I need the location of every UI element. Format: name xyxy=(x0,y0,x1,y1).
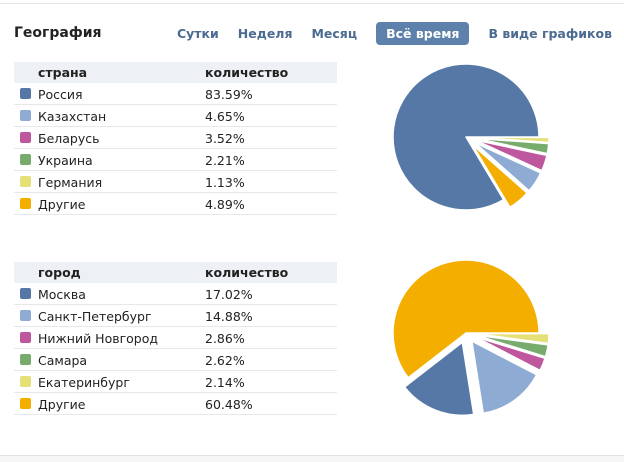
page-title: География xyxy=(14,25,102,41)
table-row: Другие 4.89% xyxy=(14,193,337,215)
column-header-name: страна xyxy=(38,65,87,80)
table-row: Казахстан 4.65% xyxy=(14,105,337,127)
table-row: Украина 2.21% xyxy=(14,149,337,171)
column-header-amount: количество xyxy=(205,265,288,280)
row-label: Другие xyxy=(38,197,85,212)
table-row: Россия 83.59% xyxy=(14,83,337,105)
legend-swatch-icon xyxy=(20,154,31,165)
top-divider xyxy=(0,3,624,4)
row-value: 3.52% xyxy=(205,131,245,146)
cities-table: город количество Москва 17.02% Санкт-Петербу… xyxy=(14,262,337,415)
row-value: 60.48% xyxy=(205,397,253,412)
row-value: 14.88% xyxy=(205,309,253,324)
row-label: Санкт-Петербург xyxy=(38,309,152,324)
legend-swatch-icon xyxy=(20,398,31,409)
row-value: 4.65% xyxy=(205,109,245,124)
table-row: Беларусь 3.52% xyxy=(14,127,337,149)
row-value: 4.89% xyxy=(205,197,245,212)
row-value: 2.86% xyxy=(205,331,245,346)
row-label: Беларусь xyxy=(38,131,100,146)
table-row: Самара 2.62% xyxy=(14,349,337,371)
row-label: Германия xyxy=(38,175,102,190)
row-value: 1.13% xyxy=(205,175,245,190)
legend-swatch-icon xyxy=(20,288,31,299)
legend-swatch-icon xyxy=(20,376,31,387)
table-row: Другие 60.48% xyxy=(14,393,337,415)
row-value: 83.59% xyxy=(205,87,253,102)
row-label: Москва xyxy=(38,287,86,302)
countries-table: страна количество Россия 83.59% Казахстан 4.6… xyxy=(14,62,337,215)
row-label: Украина xyxy=(38,153,93,168)
legend-swatch-icon xyxy=(20,176,31,187)
geography-stats-panel: География Сутки Неделя Месяц Всё время В вид… xyxy=(0,0,624,462)
row-label: Екатеринбург xyxy=(38,375,130,390)
legend-swatch-icon xyxy=(20,310,31,321)
table-row: Санкт-Петербург 14.88% xyxy=(14,305,337,327)
row-value: 2.21% xyxy=(205,153,245,168)
tab-month[interactable]: Месяц xyxy=(311,26,357,41)
countries-pie-chart: Россия — 83.59%Другие — 4.89%Казахстан —… xyxy=(374,55,564,223)
row-label: Казахстан xyxy=(38,109,106,124)
pie-slice-0[interactable]: Другие — 60.48% xyxy=(393,260,539,378)
table-row: Москва 17.02% xyxy=(14,283,337,305)
legend-swatch-icon xyxy=(20,354,31,365)
legend-swatch-icon xyxy=(20,88,31,99)
legend-swatch-icon xyxy=(20,110,31,121)
tab-day[interactable]: Сутки xyxy=(177,26,219,41)
row-label: Россия xyxy=(38,87,83,102)
row-label: Нижний Новгород xyxy=(38,331,158,346)
row-label: Другие xyxy=(38,397,85,412)
period-tabs: Сутки Неделя Месяц Всё время В виде графиков xyxy=(177,21,612,45)
table-header-row: город количество xyxy=(14,262,337,283)
row-value: 17.02% xyxy=(205,287,253,302)
row-value: 2.14% xyxy=(205,375,245,390)
cities-pie-chart: Другие — 60.48%Москва — 17.02%Санкт-Пете… xyxy=(374,251,564,423)
row-label: Самара xyxy=(38,353,87,368)
table-row: Нижний Новгород 2.86% xyxy=(14,327,337,349)
table-row: Германия 1.13% xyxy=(14,171,337,193)
legend-swatch-icon xyxy=(20,332,31,343)
tab-graph-view[interactable]: В виде графиков xyxy=(488,26,612,41)
table-header-row: страна количество xyxy=(14,62,337,83)
tab-week[interactable]: Неделя xyxy=(238,26,293,41)
legend-swatch-icon xyxy=(20,132,31,143)
table-row: Екатеринбург 2.14% xyxy=(14,371,337,393)
bottom-divider xyxy=(0,455,624,462)
column-header-name: город xyxy=(38,265,81,280)
column-header-amount: количество xyxy=(205,65,288,80)
legend-swatch-icon xyxy=(20,198,31,209)
tab-all-time[interactable]: Всё время xyxy=(376,22,469,45)
row-value: 2.62% xyxy=(205,353,245,368)
